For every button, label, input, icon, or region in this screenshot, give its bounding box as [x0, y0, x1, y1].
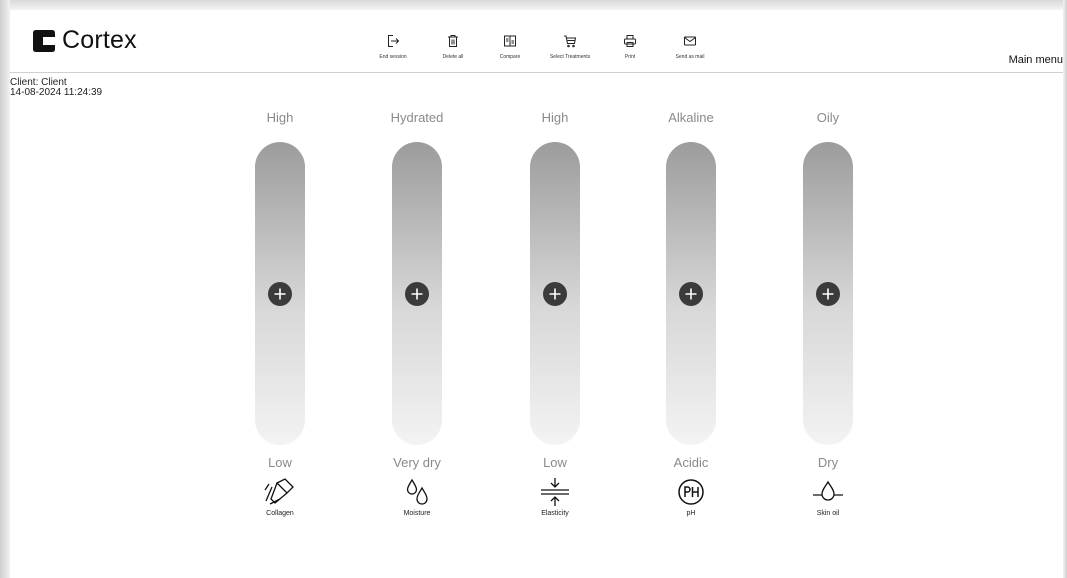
- plus-icon: [274, 288, 286, 300]
- plus-icon: [549, 288, 561, 300]
- skin-oil-top-label: Oily: [816, 110, 840, 125]
- skin-oil-slider-column: Oily Dry Skin oil: [783, 110, 873, 517]
- skin-oil-bottom-label: Dry: [817, 455, 839, 470]
- moisture-slider-column: Hydrated Very dry Moisture: [372, 110, 462, 517]
- elasticity-slider-knob[interactable]: [543, 282, 567, 306]
- compress-arrows-icon: [541, 478, 569, 506]
- compare-label: Compare: [499, 54, 521, 60]
- collagen-label: Collagen: [266, 510, 294, 517]
- logo: Cortex: [32, 26, 137, 55]
- plus-icon: [822, 288, 834, 300]
- skin-oil-slider-knob[interactable]: [816, 282, 840, 306]
- cart-icon: [564, 35, 577, 48]
- ph-slider-column: Alkaline Acidic pH: [646, 110, 736, 517]
- moisture-bottom-label: Very dry: [393, 455, 441, 470]
- moisture-label: Moisture: [403, 510, 431, 517]
- printer-icon: [624, 35, 636, 47]
- elasticity-slider-track[interactable]: [530, 142, 580, 445]
- window-frame-right: [1063, 0, 1067, 578]
- collagen-bottom-label: Low: [268, 455, 292, 470]
- window-frame-top: [0, 0, 1067, 10]
- cortex-logo-icon: [33, 29, 55, 52]
- send-as-mail-button[interactable]: Send as mail: [655, 34, 725, 60]
- oil-drop-icon: [813, 480, 843, 501]
- plus-icon: [685, 288, 697, 300]
- window-frame-left: [0, 0, 10, 578]
- delete-all-label: Delete all: [442, 54, 464, 60]
- ph-icon: [678, 479, 704, 505]
- ph-slider-knob[interactable]: [679, 282, 703, 306]
- mail-icon: [684, 36, 696, 46]
- elasticity-label: Elasticity: [541, 510, 569, 517]
- skin-oil-label: Skin oil: [816, 510, 840, 517]
- compare-icon: [504, 35, 516, 47]
- app-window: Cortex End session Delete all Compare Se…: [10, 10, 1063, 578]
- client-info: Client: Client 14-08-2024 11:24:39: [10, 78, 102, 98]
- trash-icon: [448, 35, 458, 47]
- header: Cortex End session Delete all Compare Se…: [10, 10, 1063, 73]
- metric-sliders: High Low Collagen Hydrated Very dry Mois…: [10, 110, 1063, 550]
- elasticity-slider-column: High Low Elasticity: [510, 110, 600, 517]
- logo-text: Cortex: [62, 26, 137, 54]
- ph-slider-track[interactable]: [666, 142, 716, 445]
- skin-oil-slider-track[interactable]: [803, 142, 853, 445]
- droplets-icon: [406, 478, 428, 505]
- collagen-top-label: High: [266, 110, 294, 125]
- end-session-label: End session: [379, 54, 407, 60]
- main-menu-button[interactable]: Main menu: [1009, 54, 1063, 66]
- moisture-slider-knob[interactable]: [405, 282, 429, 306]
- ph-bottom-label: Acidic: [673, 455, 709, 470]
- moisture-top-label: Hydrated: [390, 110, 444, 125]
- flashlight-icon: [264, 478, 294, 505]
- print-label: Print: [624, 54, 636, 60]
- collagen-slider-column: High Low Collagen: [235, 110, 325, 517]
- select-treatments-label: Select Treatments: [549, 54, 591, 60]
- collagen-slider-track[interactable]: [255, 142, 305, 445]
- collagen-slider-knob[interactable]: [268, 282, 292, 306]
- ph-top-label: Alkaline: [668, 110, 714, 125]
- elasticity-bottom-label: Low: [543, 455, 567, 470]
- plus-icon: [411, 288, 423, 300]
- elasticity-top-label: High: [541, 110, 569, 125]
- send-as-mail-label: Send as mail: [675, 54, 705, 60]
- exit-icon: [388, 35, 400, 47]
- moisture-slider-track[interactable]: [392, 142, 442, 445]
- ph-label: pH: [686, 510, 696, 517]
- session-timestamp: 14-08-2024 11:24:39: [10, 87, 103, 98]
